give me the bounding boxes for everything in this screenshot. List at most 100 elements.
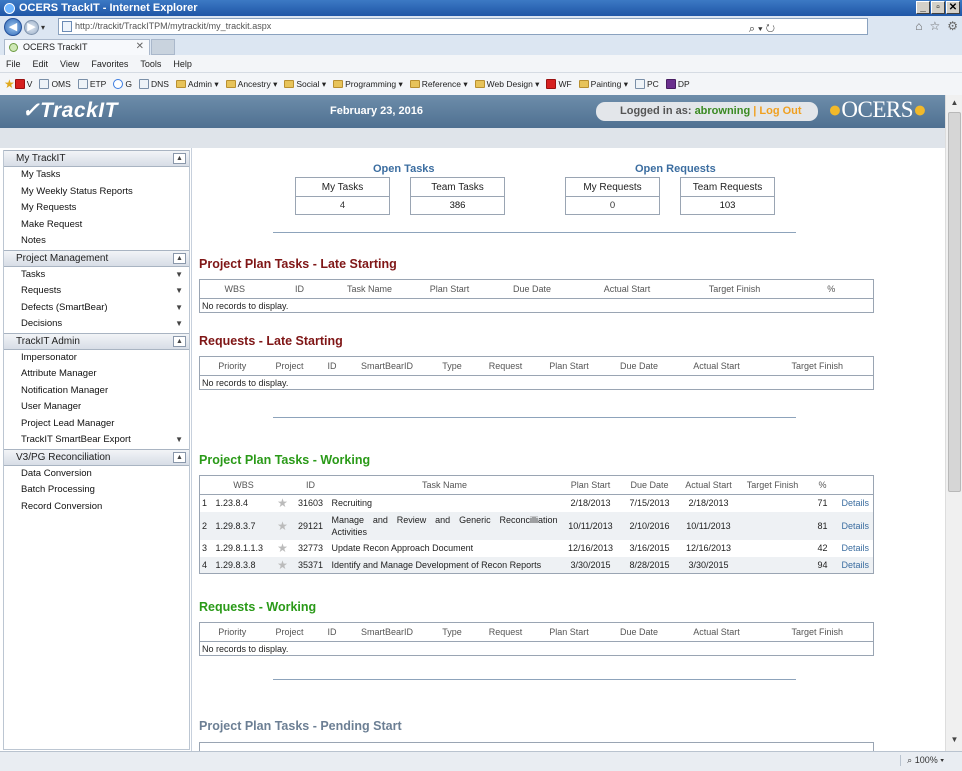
- col-header[interactable]: Due Date: [621, 475, 678, 495]
- my-tasks-box[interactable]: My Tasks 4: [295, 177, 390, 215]
- fav-folder-reference[interactable]: Reference ▾: [409, 79, 468, 90]
- minimize-button[interactable]: _: [916, 1, 930, 14]
- sidebar-item-notification-manager[interactable]: Notification Manager: [4, 383, 189, 400]
- zoom-control[interactable]: ⌕ 100% ▾: [900, 755, 944, 766]
- col-header[interactable]: Target Finish: [679, 279, 790, 299]
- fav-item[interactable]: OMS: [39, 79, 71, 89]
- my-tasks-count[interactable]: 4: [296, 197, 389, 214]
- sidebar-section-v3pg-reconciliation[interactable]: V3/PG Reconciliation ▲: [4, 448, 189, 466]
- col-header[interactable]: ID: [314, 356, 350, 376]
- star-icon[interactable]: ★: [274, 557, 292, 574]
- collapse-icon[interactable]: ▲: [173, 252, 186, 264]
- sidebar-item-notes[interactable]: Notes: [4, 233, 189, 250]
- fav-item[interactable]: DP: [665, 79, 690, 89]
- col-header[interactable]: ID: [269, 279, 330, 299]
- col-header[interactable]: Due Date: [489, 279, 575, 299]
- sidebar-item-record-conversion[interactable]: Record Conversion: [4, 499, 189, 516]
- home-icon[interactable]: ⌂: [915, 19, 922, 33]
- back-button[interactable]: ◀: [4, 18, 22, 36]
- sidebar-item-batch-processing[interactable]: Batch Processing: [4, 482, 189, 499]
- sidebar-item-my-requests[interactable]: My Requests: [4, 200, 189, 217]
- col-header[interactable]: Plan Start: [409, 279, 490, 299]
- col-header[interactable]: SmartBearID: [349, 622, 425, 642]
- col-header[interactable]: %: [789, 279, 874, 299]
- col-header[interactable]: Type: [424, 622, 480, 642]
- my-requests-count[interactable]: 0: [566, 197, 659, 214]
- menu-view[interactable]: View: [60, 59, 79, 69]
- favorites-center-icon[interactable]: ★: [4, 77, 15, 91]
- star-icon[interactable]: ★: [274, 512, 292, 540]
- team-requests-box[interactable]: Team Requests 103: [680, 177, 775, 215]
- collapse-icon[interactable]: ▲: [173, 335, 186, 347]
- team-requests-count[interactable]: 103: [681, 197, 774, 214]
- sidebar-item-user-manager[interactable]: User Manager: [4, 399, 189, 416]
- col-header[interactable]: Plan Start: [531, 622, 607, 642]
- sidebar-section-my-trackit[interactable]: My TrackIT ▲: [4, 150, 189, 167]
- fav-folder-programming[interactable]: Programming ▾: [333, 79, 403, 90]
- table-row[interactable]: 4 1.29.8.3.8 ★ 35371 Identify and Manage…: [199, 556, 874, 574]
- collapse-icon[interactable]: ▲: [173, 153, 186, 164]
- browser-tab[interactable]: OCERS TrackIT ✕: [4, 39, 150, 55]
- details-link[interactable]: Details: [840, 512, 874, 540]
- col-header[interactable]: Priority: [199, 622, 265, 642]
- fav-folder-admin[interactable]: Admin ▾: [175, 79, 219, 90]
- sidebar-item-impersonator[interactable]: Impersonator: [4, 350, 189, 367]
- fav-item[interactable]: WF: [546, 79, 572, 89]
- col-header[interactable]: Target Finish: [739, 475, 806, 495]
- fav-folder-ancestry[interactable]: Ancestry ▾: [225, 79, 277, 90]
- fav-item[interactable]: V: [14, 79, 32, 89]
- fav-item[interactable]: ETP: [77, 79, 106, 89]
- table-row[interactable]: 3 1.29.8.1.1.3 ★ 32773 Update Recon Appr…: [200, 540, 874, 557]
- col-header[interactable]: Type: [424, 356, 480, 376]
- fav-folder-social[interactable]: Social ▾: [284, 79, 326, 90]
- sidebar-item-weekly-status[interactable]: My Weekly Status Reports: [4, 184, 189, 201]
- scroll-up-icon[interactable]: ▲: [948, 96, 961, 110]
- scroll-thumb[interactable]: [948, 112, 961, 492]
- col-header[interactable]: Priority: [199, 356, 265, 376]
- col-header[interactable]: Request: [479, 622, 532, 642]
- sidebar-item-make-request[interactable]: Make Request: [4, 217, 189, 234]
- collapse-icon[interactable]: ▲: [173, 451, 186, 463]
- col-header[interactable]: Project: [264, 356, 315, 376]
- col-header[interactable]: %: [805, 475, 840, 495]
- sidebar-section-trackit-admin[interactable]: TrackIT Admin ▲: [4, 332, 189, 350]
- sidebar-item-decisions[interactable]: Decisions ▼: [4, 316, 189, 333]
- fav-folder-web-design[interactable]: Web Design ▾: [474, 79, 539, 90]
- sidebar-item-project-lead-manager[interactable]: Project Lead Manager: [4, 416, 189, 433]
- col-header[interactable]: WBS: [199, 279, 270, 299]
- restore-button[interactable]: ▫: [931, 1, 945, 14]
- details-link[interactable]: Details: [840, 557, 874, 574]
- menu-edit[interactable]: Edit: [33, 59, 49, 69]
- sidebar-item-attribute-manager[interactable]: Attribute Manager: [4, 366, 189, 383]
- close-button[interactable]: ✕: [946, 1, 960, 14]
- details-link[interactable]: Details: [840, 540, 874, 557]
- menu-tools[interactable]: Tools: [140, 59, 161, 69]
- gear-icon[interactable]: ⚙: [947, 19, 958, 33]
- col-header[interactable]: Actual Start: [574, 279, 680, 299]
- my-requests-box[interactable]: My Requests 0: [565, 177, 660, 215]
- vertical-scrollbar[interactable]: ▲ ▼: [945, 95, 962, 751]
- fav-item[interactable]: PC: [635, 79, 659, 89]
- star-icon[interactable]: ★: [274, 540, 292, 557]
- trackit-logo[interactable]: ✓TrackIT: [22, 98, 118, 123]
- fav-item[interactable]: DNS: [138, 79, 169, 89]
- menu-file[interactable]: File: [6, 59, 21, 69]
- sidebar-item-defects[interactable]: Defects (SmartBear) ▼: [4, 300, 189, 317]
- sidebar-item-my-tasks[interactable]: My Tasks: [4, 167, 189, 184]
- sidebar-item-smartbear-export[interactable]: TrackIT SmartBear Export ▼: [4, 432, 189, 449]
- table-row[interactable]: 1 1.23.8.4 ★ 31603 Recruiting 2/18/2013 …: [200, 495, 874, 512]
- col-header[interactable]: WBS: [213, 475, 274, 495]
- table-row[interactable]: 2 1.29.8.3.7 ★ 29121 Manage and Review a…: [199, 511, 874, 540]
- sidebar-item-requests[interactable]: Requests ▼: [4, 283, 189, 300]
- sidebar-item-data-conversion[interactable]: Data Conversion: [4, 466, 189, 483]
- col-header[interactable]: ID: [314, 622, 350, 642]
- fav-item[interactable]: G: [113, 79, 132, 89]
- col-header[interactable]: Project: [264, 622, 315, 642]
- team-tasks-box[interactable]: Team Tasks 386: [410, 177, 505, 215]
- col-header[interactable]: Task Name: [329, 475, 560, 495]
- col-header[interactable]: Plan Start: [531, 356, 607, 376]
- tab-close-icon[interactable]: ✕: [136, 40, 144, 54]
- col-header[interactable]: Due Date: [606, 356, 672, 376]
- address-bar[interactable]: http://trackit/TrackITPM/mytrackit/my_tr…: [58, 18, 868, 35]
- menu-favorites[interactable]: Favorites: [91, 59, 128, 69]
